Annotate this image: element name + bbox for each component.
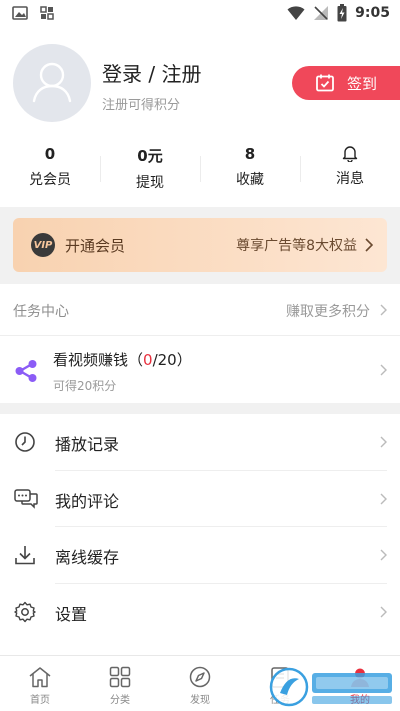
stat-value: 8	[244, 145, 256, 163]
login-register-link[interactable]: 登录 / 注册	[102, 58, 201, 87]
stat-value: 0元	[137, 147, 163, 165]
stat-label: 兑会员	[29, 172, 71, 188]
task-center-header: 任务中心 赚取更多积分	[0, 284, 400, 336]
section-divider	[0, 403, 400, 414]
avatar[interactable]	[13, 44, 91, 122]
stats-row: 0 兑会员 0元 提现 8 收藏 消息	[0, 140, 400, 196]
menu-item-label: 我的评论	[55, 491, 120, 511]
task-watch-video[interactable]: 看视频赚钱（0/20） 可得20积分	[0, 337, 400, 403]
status-time: 9:05	[355, 5, 390, 21]
default-user-icon	[32, 62, 72, 103]
calendar-check-icon	[316, 74, 334, 92]
share-icon	[15, 360, 37, 382]
menu-list: 播放记录 我的评论 离线缓存 设置	[0, 414, 400, 640]
stat-favorites[interactable]: 8 收藏	[200, 140, 300, 196]
stat-label: 消息	[336, 171, 364, 187]
sign-in-button[interactable]: 签到	[292, 66, 400, 100]
chevron-right-icon	[380, 436, 387, 448]
menu-item-my-comments[interactable]: 我的评论	[0, 471, 400, 527]
stat-messages[interactable]: 消息	[300, 140, 400, 196]
profile-section: 登录 / 注册 注册可得积分 签到	[0, 28, 400, 138]
vip-badge-icon: VIP	[31, 233, 55, 257]
tab-label: 发现	[190, 695, 210, 706]
task-progress-total: /20）	[152, 351, 192, 369]
no-signal-icon	[314, 6, 329, 20]
menu-item-offline-cache[interactable]: 离线缓存	[0, 527, 400, 584]
task-progress-done: 0	[143, 351, 153, 369]
chevron-right-icon	[380, 606, 387, 617]
tab-label: 首页	[30, 695, 50, 706]
menu-item-label: 离线缓存	[55, 548, 120, 567]
login-hint: 注册可得积分	[102, 98, 181, 113]
download-icon	[15, 546, 35, 565]
site-watermark-logo	[269, 667, 392, 707]
menu-item-label: 设置	[55, 604, 88, 624]
gear-icon	[14, 601, 36, 622]
status-bar: 9:05	[0, 0, 400, 28]
compass-icon	[189, 666, 211, 688]
chevron-right-icon	[380, 364, 387, 376]
stat-label: 提现	[136, 175, 164, 191]
tab-category[interactable]: 分类	[80, 656, 160, 711]
chevron-right-icon	[380, 549, 387, 561]
vip-benefit: 尊享广告等8大权益	[236, 238, 357, 254]
earn-more-points-link[interactable]: 赚取更多积分	[286, 301, 370, 321]
sign-in-label: 签到	[346, 74, 377, 93]
tab-label: 分类	[110, 695, 130, 706]
vip-banner[interactable]: VIP 开通会员 尊享广告等8大权益	[13, 218, 387, 272]
stat-label: 收藏	[236, 172, 264, 188]
chevron-right-icon	[380, 304, 387, 316]
chevron-right-icon	[365, 238, 373, 252]
clock-icon	[15, 432, 35, 452]
chevron-right-icon	[380, 493, 387, 504]
home-icon	[29, 667, 51, 688]
task-center-title: 任务中心	[13, 304, 69, 320]
menu-item-settings[interactable]: 设置	[0, 584, 400, 641]
image-notification-icon	[12, 6, 28, 20]
stat-value: 0	[44, 145, 56, 163]
stat-redeem-vip[interactable]: 0 兑会员	[0, 140, 100, 196]
task-reward: 可得20积分	[53, 379, 117, 393]
tab-home[interactable]: 首页	[0, 656, 80, 711]
grid-icon	[109, 666, 131, 688]
menu-item-play-history[interactable]: 播放记录	[0, 414, 400, 471]
app-notification-icon	[40, 6, 54, 20]
bell-icon	[342, 146, 358, 162]
vip-title: 开通会员	[65, 236, 126, 255]
stat-withdraw[interactable]: 0元 提现	[100, 140, 200, 196]
task-title: 看视频赚钱（0/20）	[53, 351, 192, 369]
menu-item-label: 播放记录	[55, 435, 120, 454]
battery-charging-icon	[337, 4, 347, 22]
comment-icon	[14, 488, 38, 509]
wifi-icon	[287, 6, 305, 20]
tab-discover[interactable]: 发现	[160, 656, 240, 711]
